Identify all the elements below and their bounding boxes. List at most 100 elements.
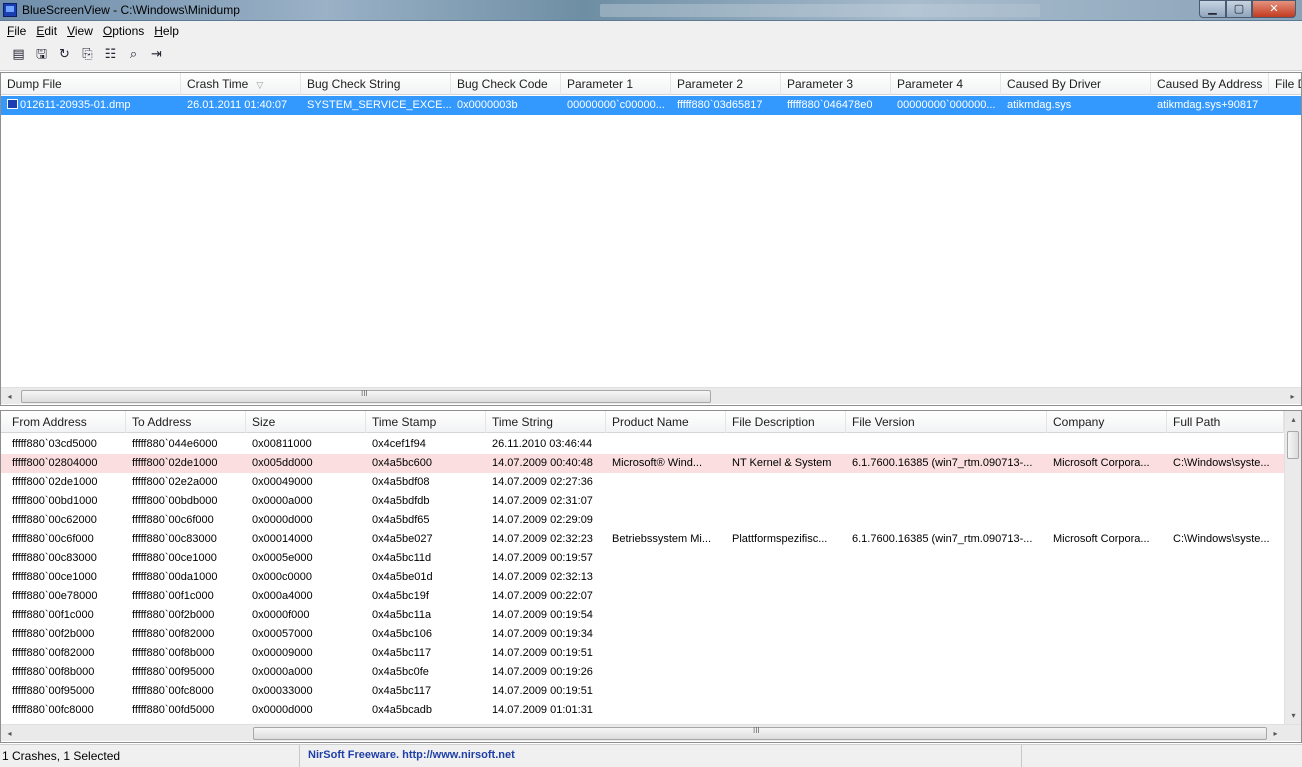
column-header-parameter-4[interactable]: Parameter 4 <box>891 73 1001 95</box>
cell-from-address: fffff800`02804000 <box>12 457 98 469</box>
driver-row[interactable]: fffff880`00f1c000 fffff880`00f2b000 0x0000… <box>1 606 1285 625</box>
driver-row[interactable]: fffff800`02804000 fffff800`02de1000 0x005d… <box>1 454 1285 473</box>
crash-list-hscrollbar[interactable]: ◂ III ▸ <box>1 387 1301 404</box>
scroll-right-arrow[interactable]: ▸ <box>1284 388 1301 405</box>
cell-file-version <box>846 606 1047 625</box>
copy-icon[interactable]: ⎘ <box>79 45 96 63</box>
maximize-button[interactable]: ▢ <box>1226 0 1252 18</box>
column-header-time-string[interactable]: Time String <box>486 411 606 433</box>
driver-row[interactable]: fffff880`03cd5000 fffff880`044e6000 0x0081… <box>1 435 1285 454</box>
column-header-full-path[interactable]: Full Path <box>1167 411 1284 433</box>
cell-from-address: fffff880`00fc8000 <box>12 704 94 716</box>
cell-file-description <box>726 568 846 587</box>
column-header-from-address[interactable]: From Address <box>6 411 126 433</box>
cell-size: 0x00811000 <box>252 438 312 450</box>
cell-time-stamp: 0x4a5bdf08 <box>372 476 430 488</box>
column-header-product-name[interactable]: Product Name <box>606 411 726 433</box>
column-header-file-description[interactable]: File Description <box>726 411 846 433</box>
properties-icon[interactable]: ▤ <box>10 45 27 63</box>
column-header-label: Parameter 3 <box>787 77 854 91</box>
column-header-label: File D <box>1275 77 1301 91</box>
nirsoft-link[interactable]: NirSoft Freeware. http://www.nirsoft.net <box>308 749 515 761</box>
scroll-left-arrow[interactable]: ◂ <box>1 388 18 405</box>
driver-row[interactable]: fffff880`00c62000 fffff880`00c6f000 0x0000… <box>1 511 1285 530</box>
crash-row[interactable]: 012611-20935-01.dmp 26.01.2011 01:40:07 SY… <box>1 96 1301 115</box>
column-header-bug-check-string[interactable]: Bug Check String <box>301 73 451 95</box>
cell-full-path: C:\Windows\syste... <box>1173 533 1270 545</box>
driver-row[interactable]: fffff880`00ce1000 fffff880`00da1000 0x000c… <box>1 568 1285 587</box>
cell-product-name <box>606 587 726 606</box>
driver-row[interactable]: fffff880`00c83000 fffff880`00ce1000 0x0005… <box>1 549 1285 568</box>
driver-list-hscrollbar[interactable]: ◂ III ▸ <box>1 724 1301 741</box>
cell-company: Microsoft Corpora... <box>1053 457 1150 469</box>
column-header-file-version[interactable]: File Version <box>846 411 1047 433</box>
menu-edit[interactable]: Edit <box>31 24 62 38</box>
column-header-label: Parameter 2 <box>677 77 744 91</box>
column-header-bug-check-code[interactable]: Bug Check Code <box>451 73 561 95</box>
column-header-label: Caused By Address <box>1157 77 1263 91</box>
column-header-file-d[interactable]: File D <box>1269 73 1301 95</box>
cell-file-description <box>726 511 846 530</box>
cell-to-address: fffff880`00fc8000 <box>132 685 214 697</box>
cell-from-address: fffff880`00c6f000 <box>12 533 94 545</box>
scroll-down-arrow[interactable]: ▾ <box>1285 707 1301 724</box>
cell-file-description: Plattformspezifisc... <box>732 533 828 545</box>
cell-time-string: 14.07.2009 02:32:23 <box>492 533 593 545</box>
cell-time-string: 14.07.2009 00:19:26 <box>492 666 593 678</box>
column-header-dump-file[interactable]: Dump File <box>1 73 181 95</box>
scroll-right-arrow[interactable]: ▸ <box>1267 725 1284 742</box>
crash-list[interactable]: Dump File Crash Time ▽ Bug Check String Bug … <box>0 72 1302 406</box>
menu-file[interactable]: File <box>2 24 31 38</box>
column-header-caused-by-driver[interactable]: Caused By Driver <box>1001 73 1151 95</box>
driver-row[interactable]: fffff880`00c6f000 fffff880`00c83000 0x0001… <box>1 530 1285 549</box>
cell-crash-time: 26.01.2011 01:40:07 <box>181 96 301 115</box>
status-credit-cell: NirSoft Freeware. http://www.nirsoft.net <box>302 745 1022 767</box>
column-header-company[interactable]: Company <box>1047 411 1167 433</box>
close-button[interactable]: ✕ <box>1252 0 1296 18</box>
scroll-up-arrow[interactable]: ▴ <box>1285 411 1301 428</box>
find-icon[interactable]: ⌕ <box>125 45 142 63</box>
column-header-crash-time[interactable]: Crash Time ▽ <box>181 73 301 95</box>
save-icon[interactable]: 🖫 <box>33 45 50 63</box>
cell-time-string: 14.07.2009 00:40:48 <box>492 457 593 469</box>
scroll-left-arrow[interactable]: ◂ <box>1 725 18 742</box>
column-header-caused-by-address[interactable]: Caused By Address <box>1151 73 1269 95</box>
driver-list[interactable]: From Address To Address Size Time Stamp Time… <box>0 410 1302 743</box>
cell-time-string: 14.07.2009 01:01:31 <box>492 704 593 716</box>
scroll-thumb[interactable] <box>253 727 1267 740</box>
cell-company <box>1047 625 1167 644</box>
column-header-time-stamp[interactable]: Time Stamp <box>366 411 486 433</box>
cell-company: Microsoft Corpora... <box>1053 533 1150 545</box>
column-header-to-address[interactable]: To Address <box>126 411 246 433</box>
driver-row[interactable]: fffff880`00f2b000 fffff880`00f82000 0x0005… <box>1 625 1285 644</box>
column-header-parameter-1[interactable]: Parameter 1 <box>561 73 671 95</box>
cell-text: 00000000`c00000... <box>567 99 665 111</box>
driver-row[interactable]: fffff880`00e78000 fffff880`00f1c000 0x000a… <box>1 587 1285 606</box>
column-header-parameter-3[interactable]: Parameter 3 <box>781 73 891 95</box>
column-header-parameter-2[interactable]: Parameter 2 <box>671 73 781 95</box>
column-header-label: Bug Check String <box>307 77 401 91</box>
driver-row[interactable]: fffff880`00f82000 fffff880`00f8b000 0x0000… <box>1 644 1285 663</box>
driver-row[interactable]: fffff800`00bd1000 fffff800`00bdb000 0x0000… <box>1 492 1285 511</box>
driver-list-vscrollbar[interactable]: ▴ ▾ <box>1284 411 1301 724</box>
cell-product-name <box>606 663 726 682</box>
menu-options[interactable]: Options <box>98 24 149 38</box>
driver-row[interactable]: fffff880`00f95000 fffff880`00fc8000 0x0003… <box>1 682 1285 701</box>
cell-file-version <box>846 568 1047 587</box>
scroll-thumb[interactable] <box>1287 431 1299 459</box>
column-header-size[interactable]: Size <box>246 411 366 433</box>
menu-help[interactable]: Help <box>149 24 184 38</box>
cell-time-stamp: 0x4a5bc117 <box>372 647 432 659</box>
exit-icon[interactable]: ⇥ <box>148 45 165 63</box>
driver-row[interactable]: fffff880`00fc8000 fffff880`00fd5000 0x0000… <box>1 701 1285 720</box>
menu-view[interactable]: View <box>62 24 98 38</box>
cell-file-version <box>846 644 1047 663</box>
refresh-icon[interactable]: ↻ <box>56 45 73 63</box>
html-report-icon[interactable]: ☷ <box>102 45 119 63</box>
cell-file-version <box>846 682 1047 701</box>
cell-full-path <box>1167 606 1284 625</box>
cell-time-stamp: 0x4a5bc0fe <box>372 666 429 678</box>
minimize-button[interactable]: ▁ <box>1199 0 1226 18</box>
driver-row[interactable]: fffff880`00f8b000 fffff880`00f95000 0x0000… <box>1 663 1285 682</box>
driver-row[interactable]: fffff800`02de1000 fffff800`02e2a000 0x0004… <box>1 473 1285 492</box>
